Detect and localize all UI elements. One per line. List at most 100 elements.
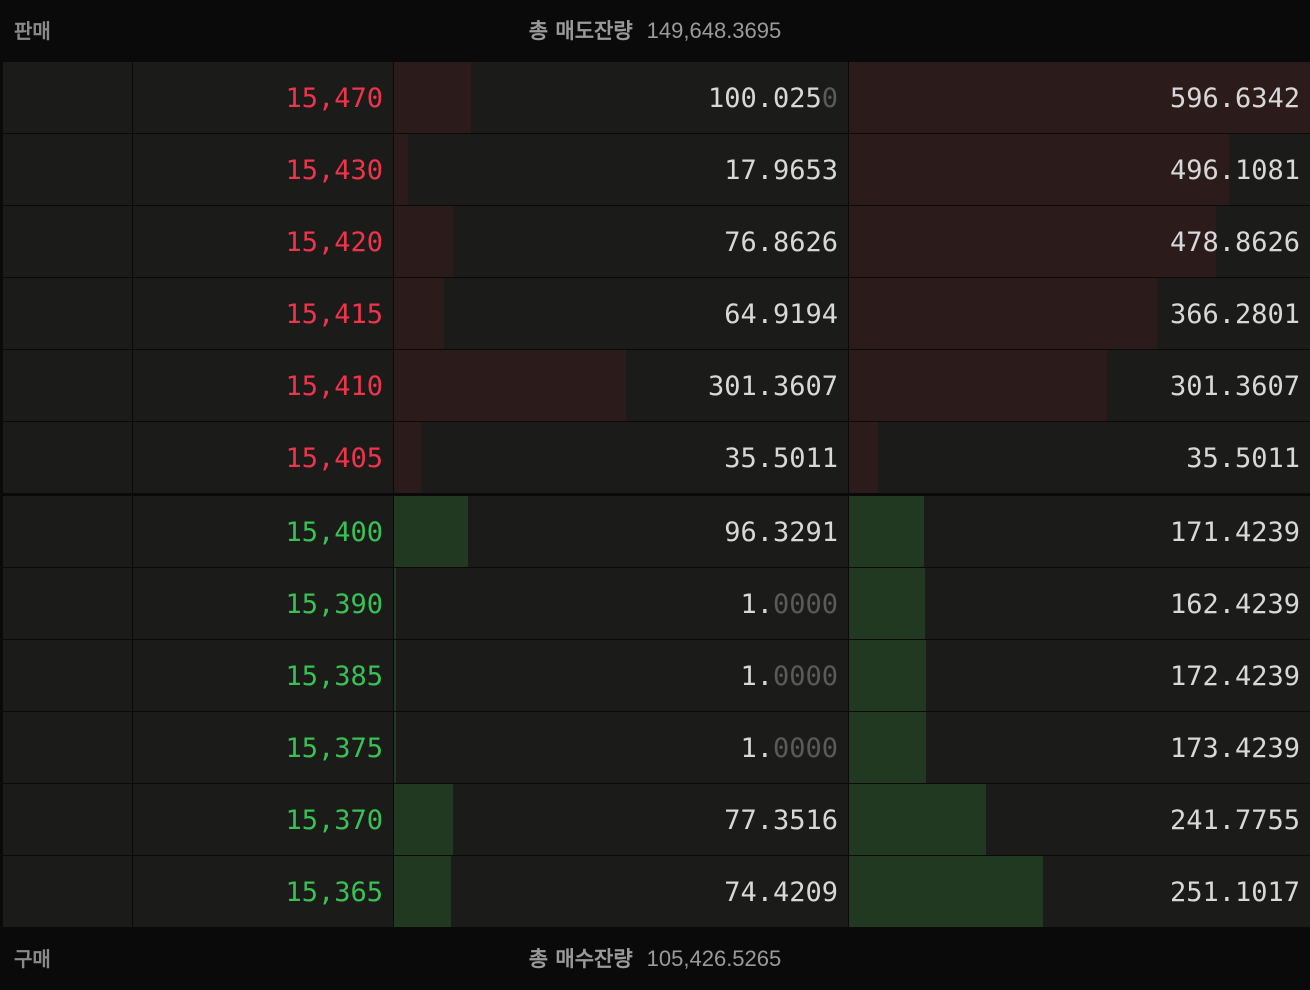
cumulative-depth-bar bbox=[849, 278, 1157, 349]
quantity-cell: 301.3607 bbox=[394, 350, 848, 421]
ask-quantity: 64.9194 bbox=[724, 299, 838, 330]
price-cell[interactable]: 15,410 bbox=[133, 350, 393, 421]
price-cell[interactable]: 15,420 bbox=[133, 206, 393, 277]
price-cell[interactable]: 15,430 bbox=[133, 134, 393, 205]
total-ask-summary: 총 매도잔량 149,648.3695 bbox=[0, 0, 1310, 62]
quantity-depth-bar bbox=[394, 712, 396, 783]
bid-quantity: 77.3516 bbox=[724, 805, 838, 836]
bid-cumulative: 251.1017 bbox=[1169, 877, 1300, 908]
bid-cumulative: 162.4239 bbox=[1169, 589, 1300, 620]
cumulative-cell: 478.8626 bbox=[849, 206, 1310, 277]
ask-cumulative: 301.3607 bbox=[1169, 371, 1300, 402]
cumulative-cell: 171.4239 bbox=[849, 496, 1310, 567]
quantity-depth-bar bbox=[394, 350, 626, 421]
ask-quantity: 76.8626 bbox=[724, 227, 838, 258]
quantity-depth-bar bbox=[394, 134, 408, 205]
bid-quantity: 1.0000 bbox=[740, 661, 838, 692]
bid-row[interactable]: 15,390 1.0000 162.4239 bbox=[3, 568, 1310, 640]
quantity-depth-bar bbox=[394, 496, 468, 567]
ask-quantity: 301.3607 bbox=[707, 371, 838, 402]
cumulative-depth-bar bbox=[849, 640, 926, 711]
row-spacer bbox=[3, 568, 132, 639]
bid-quantity: 1.0000 bbox=[740, 589, 838, 620]
bid-cumulative: 171.4239 bbox=[1169, 517, 1300, 548]
ask-price: 15,420 bbox=[285, 227, 383, 258]
bid-row[interactable]: 15,375 1.0000 173.4239 bbox=[3, 712, 1310, 784]
bid-price: 15,390 bbox=[285, 589, 383, 620]
cumulative-cell: 172.4239 bbox=[849, 640, 1310, 711]
row-spacer bbox=[3, 134, 132, 205]
ask-cumulative: 596.6342 bbox=[1169, 83, 1300, 114]
cumulative-cell: 496.1081 bbox=[849, 134, 1310, 205]
quantity-depth-bar bbox=[394, 784, 454, 855]
price-cell[interactable]: 15,470 bbox=[133, 62, 393, 133]
cumulative-depth-bar bbox=[849, 856, 1043, 927]
row-spacer bbox=[3, 206, 132, 277]
cumulative-cell: 162.4239 bbox=[849, 568, 1310, 639]
ask-row[interactable]: 15,410 301.3607 301.3607 bbox=[3, 350, 1310, 422]
quantity-cell: 100.0250 bbox=[394, 62, 848, 133]
price-cell[interactable]: 15,390 bbox=[133, 568, 393, 639]
quantity-cell: 77.3516 bbox=[394, 784, 848, 855]
bid-cumulative: 173.4239 bbox=[1169, 733, 1300, 764]
quantity-cell: 74.4209 bbox=[394, 856, 848, 927]
row-spacer bbox=[3, 784, 132, 855]
cumulative-depth-bar bbox=[849, 784, 986, 855]
bid-row[interactable]: 15,370 77.3516 241.7755 bbox=[3, 784, 1310, 856]
price-cell[interactable]: 15,370 bbox=[133, 784, 393, 855]
price-cell[interactable]: 15,405 bbox=[133, 422, 393, 493]
row-spacer bbox=[3, 422, 132, 493]
quantity-cell: 1.0000 bbox=[394, 568, 848, 639]
ask-row[interactable]: 15,405 35.5011 35.5011 bbox=[3, 422, 1310, 494]
bid-cumulative: 172.4239 bbox=[1169, 661, 1300, 692]
ask-price: 15,415 bbox=[285, 299, 383, 330]
quantity-cell: 1.0000 bbox=[394, 712, 848, 783]
bid-cumulative: 241.7755 bbox=[1169, 805, 1300, 836]
cumulative-depth-bar bbox=[849, 350, 1108, 421]
quantity-cell: 64.9194 bbox=[394, 278, 848, 349]
bid-quantity: 74.4209 bbox=[724, 877, 838, 908]
quantity-cell: 17.9653 bbox=[394, 134, 848, 205]
ask-row[interactable]: 15,470 100.0250 596.6342 bbox=[3, 62, 1310, 134]
cumulative-cell: 251.1017 bbox=[849, 856, 1310, 927]
quantity-cell: 96.3291 bbox=[394, 496, 848, 567]
quantity-depth-bar bbox=[394, 422, 422, 493]
row-spacer bbox=[3, 496, 132, 567]
quantity-depth-bar bbox=[394, 62, 472, 133]
bid-row[interactable]: 15,400 96.3291 171.4239 bbox=[3, 496, 1310, 568]
ask-quantity: 17.9653 bbox=[724, 155, 838, 186]
quantity-depth-bar bbox=[394, 856, 452, 927]
price-cell[interactable]: 15,400 bbox=[133, 496, 393, 567]
bid-row[interactable]: 15,365 74.4209 251.1017 bbox=[3, 856, 1310, 928]
cumulative-depth-bar bbox=[849, 206, 1217, 277]
row-spacer bbox=[3, 62, 132, 133]
sell-header: 판매 총 매도잔량 149,648.3695 bbox=[0, 0, 1310, 62]
bid-price: 15,365 bbox=[285, 877, 383, 908]
price-cell[interactable]: 15,385 bbox=[133, 640, 393, 711]
row-spacer bbox=[3, 350, 132, 421]
ask-row[interactable]: 15,430 17.9653 496.1081 bbox=[3, 134, 1310, 206]
ask-price: 15,470 bbox=[285, 83, 383, 114]
ask-quantity: 35.5011 bbox=[724, 443, 838, 474]
cumulative-cell: 241.7755 bbox=[849, 784, 1310, 855]
orderbook-rows: 15,470 100.0250 596.6342 15,430 17.9653 … bbox=[3, 62, 1310, 928]
bid-quantity: 96.3291 bbox=[724, 517, 838, 548]
price-cell[interactable]: 15,415 bbox=[133, 278, 393, 349]
price-cell[interactable]: 15,375 bbox=[133, 712, 393, 783]
ask-cumulative: 366.2801 bbox=[1169, 299, 1300, 330]
total-bid-label: 총 매수잔량 bbox=[528, 947, 633, 971]
orderbook: 판매 총 매도잔량 149,648.3695 15,470 100.0250 59… bbox=[0, 0, 1310, 990]
total-bid-value: 105,426.5265 bbox=[646, 946, 782, 971]
cumulative-depth-bar bbox=[849, 422, 879, 493]
cumulative-cell: 301.3607 bbox=[849, 350, 1310, 421]
quantity-cell: 76.8626 bbox=[394, 206, 848, 277]
ask-row[interactable]: 15,415 64.9194 366.2801 bbox=[3, 278, 1310, 350]
cumulative-cell: 35.5011 bbox=[849, 422, 1310, 493]
price-cell[interactable]: 15,365 bbox=[133, 856, 393, 927]
cumulative-depth-bar bbox=[849, 712, 926, 783]
ask-cumulative: 496.1081 bbox=[1169, 155, 1300, 186]
bid-row[interactable]: 15,385 1.0000 172.4239 bbox=[3, 640, 1310, 712]
ask-row[interactable]: 15,420 76.8626 478.8626 bbox=[3, 206, 1310, 278]
quantity-cell: 35.5011 bbox=[394, 422, 848, 493]
bid-quantity: 1.0000 bbox=[740, 733, 838, 764]
